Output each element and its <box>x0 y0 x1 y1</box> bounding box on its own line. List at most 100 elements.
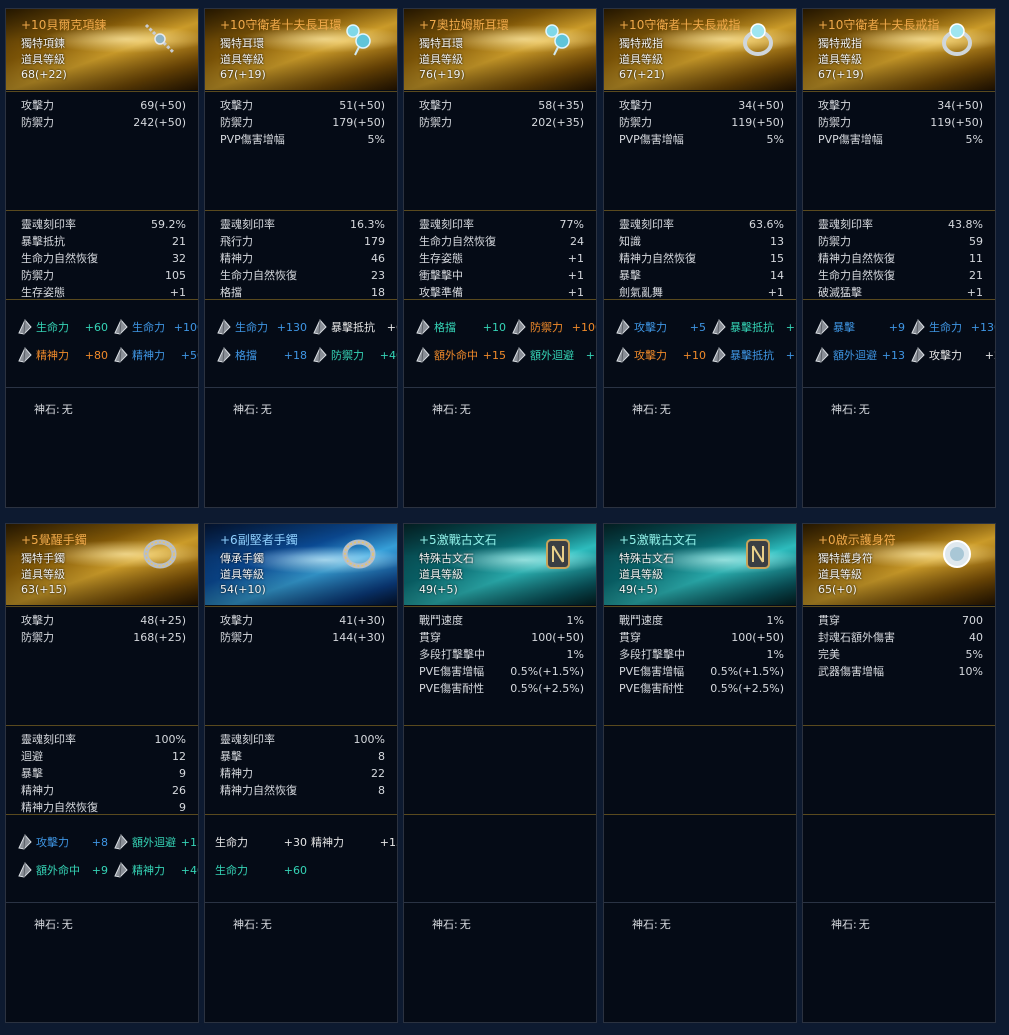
gem-slot[interactable]: 生命力 +100 <box>112 317 198 337</box>
soul-stat-row: 防禦力 59 <box>818 233 983 250</box>
soul-stats: 靈魂刻印率 63.6% 知識 13 精神力自然恢復 15 暴擊 14 劍氣亂舞 +1 <box>619 216 784 301</box>
gem-slot[interactable]: 額外迴避 +7 <box>510 345 596 365</box>
gem-label: 生命力 <box>36 321 69 334</box>
stat-value: 5% <box>965 648 983 661</box>
gem-slot[interactable]: 暴擊 +9 <box>813 317 905 337</box>
gem-icon <box>16 861 34 879</box>
gem-label: 暴擊抵抗 <box>730 321 774 334</box>
stat-label: 生命力自然恢復 <box>419 235 496 248</box>
divider <box>604 725 796 726</box>
gem-slot[interactable]: 暴擊抵抗 +7 <box>710 317 796 337</box>
stat-row: 攻擊力 69(+50) <box>21 97 186 114</box>
gem-slot[interactable]: 額外命中 +15 <box>414 345 506 365</box>
item-card[interactable]: +5覺醒手鐲 獨特手鐲 道具等級 63(+15) 攻擊力 48(+25) 防禦力 168(+2… <box>5 523 199 1023</box>
item-header: +5激戰古文石 特殊古文石 道具等級 49(+5) <box>404 524 596 605</box>
item-level-value: 49(+5) <box>419 583 458 596</box>
soul-stat-row: 生命力自然恢復 24 <box>419 233 584 250</box>
soul-stat-row: 暴擊抵抗 21 <box>21 233 186 250</box>
gem-label: 生命力 <box>132 321 165 334</box>
item-type: 獨特項鍊 <box>21 37 65 50</box>
divine-stone: 神石: 无 <box>34 916 73 932</box>
item-title: +6副堅者手鐲 <box>220 533 298 547</box>
item-card[interactable]: +0啟示護身符 獨特護身符 道具等級 65(+0) 貫穿 700 封魂石額外傷害 40 完美 5%… <box>802 523 996 1023</box>
gem-slot[interactable]: 格擋 +18 <box>215 345 307 365</box>
gem-icon <box>16 318 34 336</box>
divider <box>6 725 198 726</box>
item-card[interactable]: +10守衛者十夫長耳環 獨特耳環 道具等級 67(+19) 攻擊力 51(+50) 防禦力 1… <box>204 8 398 508</box>
gem-slot[interactable]: 額外迴避 +13 <box>813 345 905 365</box>
gem-value: +30 <box>283 835 307 849</box>
stat-label: 攻擊力 <box>21 99 54 112</box>
item-card[interactable]: +10貝爾克項鍊 獨特項鍊 道具等級 68(+22) 攻擊力 69(+50) 防禦力 242(… <box>5 8 199 508</box>
gem-slot[interactable]: 攻擊力 +8 <box>16 832 108 852</box>
stat-value: 58(+35) <box>538 99 584 112</box>
stat-value: 23 <box>371 269 385 282</box>
amulet-icon <box>937 534 977 574</box>
gem-slot[interactable]: 防禦力 +100 <box>510 317 596 337</box>
base-stats: 攻擊力 48(+25) 防禦力 168(+25) <box>21 612 186 646</box>
gem-slot[interactable]: 攻擊力 +5 <box>614 317 706 337</box>
gem-slot[interactable]: 生命力 +130 <box>909 317 995 337</box>
gem-icon <box>112 861 130 879</box>
gem-slot[interactable]: 格擋 +10 <box>414 317 506 337</box>
item-card[interactable]: +6副堅者手鐲 傳承手鐲 道具等級 54(+10) 攻擊力 41(+30) 防禦力 144(+… <box>204 523 398 1023</box>
gem-label: 格擋 <box>235 349 257 362</box>
divine-stone-value: 无 <box>659 918 671 931</box>
divine-stone: 神石: 无 <box>432 916 471 932</box>
gem-slot[interactable]: 精神力 +15 <box>311 832 397 852</box>
item-level-label: 道具等級 <box>21 53 65 66</box>
gem-slot[interactable]: 生命力 +60 <box>16 317 108 337</box>
gem-slot[interactable]: 生命力 +130 <box>215 317 307 337</box>
gem-label: 防禦力 <box>530 321 563 334</box>
gem-slot[interactable]: 精神力 +40 <box>112 860 198 880</box>
stat-value: 40 <box>969 631 983 644</box>
gem-icon <box>414 318 432 336</box>
gem-slot[interactable]: 生命力 +30 <box>215 832 307 852</box>
item-card[interactable]: +10守衛者十夫長戒指 獨特戒指 道具等級 67(+19) 攻擊力 34(+50) 防禦力 1… <box>802 8 996 508</box>
gem-slot[interactable]: 暴擊抵抗 +6 <box>311 317 397 337</box>
gem-icon <box>215 346 233 364</box>
stat-value: 0.5%(+1.5%) <box>510 665 584 678</box>
gem-label: 生命力 <box>215 864 248 877</box>
soul-stats: 靈魂刻印率 77% 生命力自然恢復 24 生存姿態 +1 衝擊擊中 +1 攻擊準備 +1 <box>419 216 584 301</box>
gem-icon <box>510 318 528 336</box>
stat-value: 63.6% <box>749 218 784 231</box>
gem-slot[interactable]: 額外迴避 +13 <box>112 832 198 852</box>
soul-stat-row: 暴擊 9 <box>21 765 186 782</box>
gem-slot[interactable]: 精神力 +80 <box>16 345 108 365</box>
gem-icon <box>16 346 34 364</box>
stat-label: 攻擊力 <box>619 99 652 112</box>
stat-value: 43.8% <box>948 218 983 231</box>
item-title: +10守衛者十夫長戒指 <box>818 18 940 32</box>
divine-stone: 神石: 无 <box>233 916 272 932</box>
gem-slot[interactable]: 生命力 +60 <box>215 860 307 880</box>
stat-row: 完美 5% <box>818 646 983 663</box>
soul-stat-row: 知識 13 <box>619 233 784 250</box>
gem-slot[interactable]: 暴擊抵抗 +7 <box>710 345 796 365</box>
gem-slot[interactable]: 攻擊力 +2 <box>909 345 995 365</box>
stat-value: 48(+25) <box>140 614 186 627</box>
gem-value: +80 <box>84 348 108 362</box>
gem-slot[interactable]: 防禦力 +40 <box>311 345 397 365</box>
item-card[interactable]: +5激戰古文石 特殊古文石 道具等級 49(+5) 戰鬥速度 1% 貫穿 100(+50) 多段… <box>403 523 597 1023</box>
stat-value: 51(+50) <box>339 99 385 112</box>
gem-slot[interactable]: 攻擊力 +10 <box>614 345 706 365</box>
stat-row: 防禦力 119(+50) <box>818 114 983 131</box>
gem-value: +9 <box>888 320 905 334</box>
gem-slot[interactable]: 精神力 +50 <box>112 345 198 365</box>
gem-value: +10 <box>682 348 706 362</box>
divider <box>404 387 596 388</box>
gem-slot[interactable]: 額外命中 +9 <box>16 860 108 880</box>
item-card[interactable]: +10守衛者十夫長戒指 獨特戒指 道具等級 67(+21) 攻擊力 34(+50) 防禦力 1… <box>603 8 797 508</box>
item-card[interactable]: +7奧拉姆斯耳環 獨特耳環 道具等級 76(+19) 攻擊力 58(+35) 防禦力 202(… <box>403 8 597 508</box>
gem-icon <box>909 346 927 364</box>
stat-value: 1% <box>766 648 784 661</box>
stat-row: 多段打擊擊中 1% <box>419 646 584 663</box>
item-level-value: 67(+19) <box>818 68 864 81</box>
soul-stat-row: 靈魂刻印率 16.3% <box>220 216 385 233</box>
item-header: +5激戰古文石 特殊古文石 道具等級 49(+5) <box>604 524 796 605</box>
item-card[interactable]: +5激戰古文石 特殊古文石 道具等級 49(+5) 戰鬥速度 1% 貫穿 100(+50) 多段… <box>603 523 797 1023</box>
stat-value: 41(+30) <box>339 614 385 627</box>
stat-value: 13 <box>770 235 784 248</box>
item-header: +10守衛者十夫長耳環 獨特耳環 道具等級 67(+19) <box>205 9 397 90</box>
